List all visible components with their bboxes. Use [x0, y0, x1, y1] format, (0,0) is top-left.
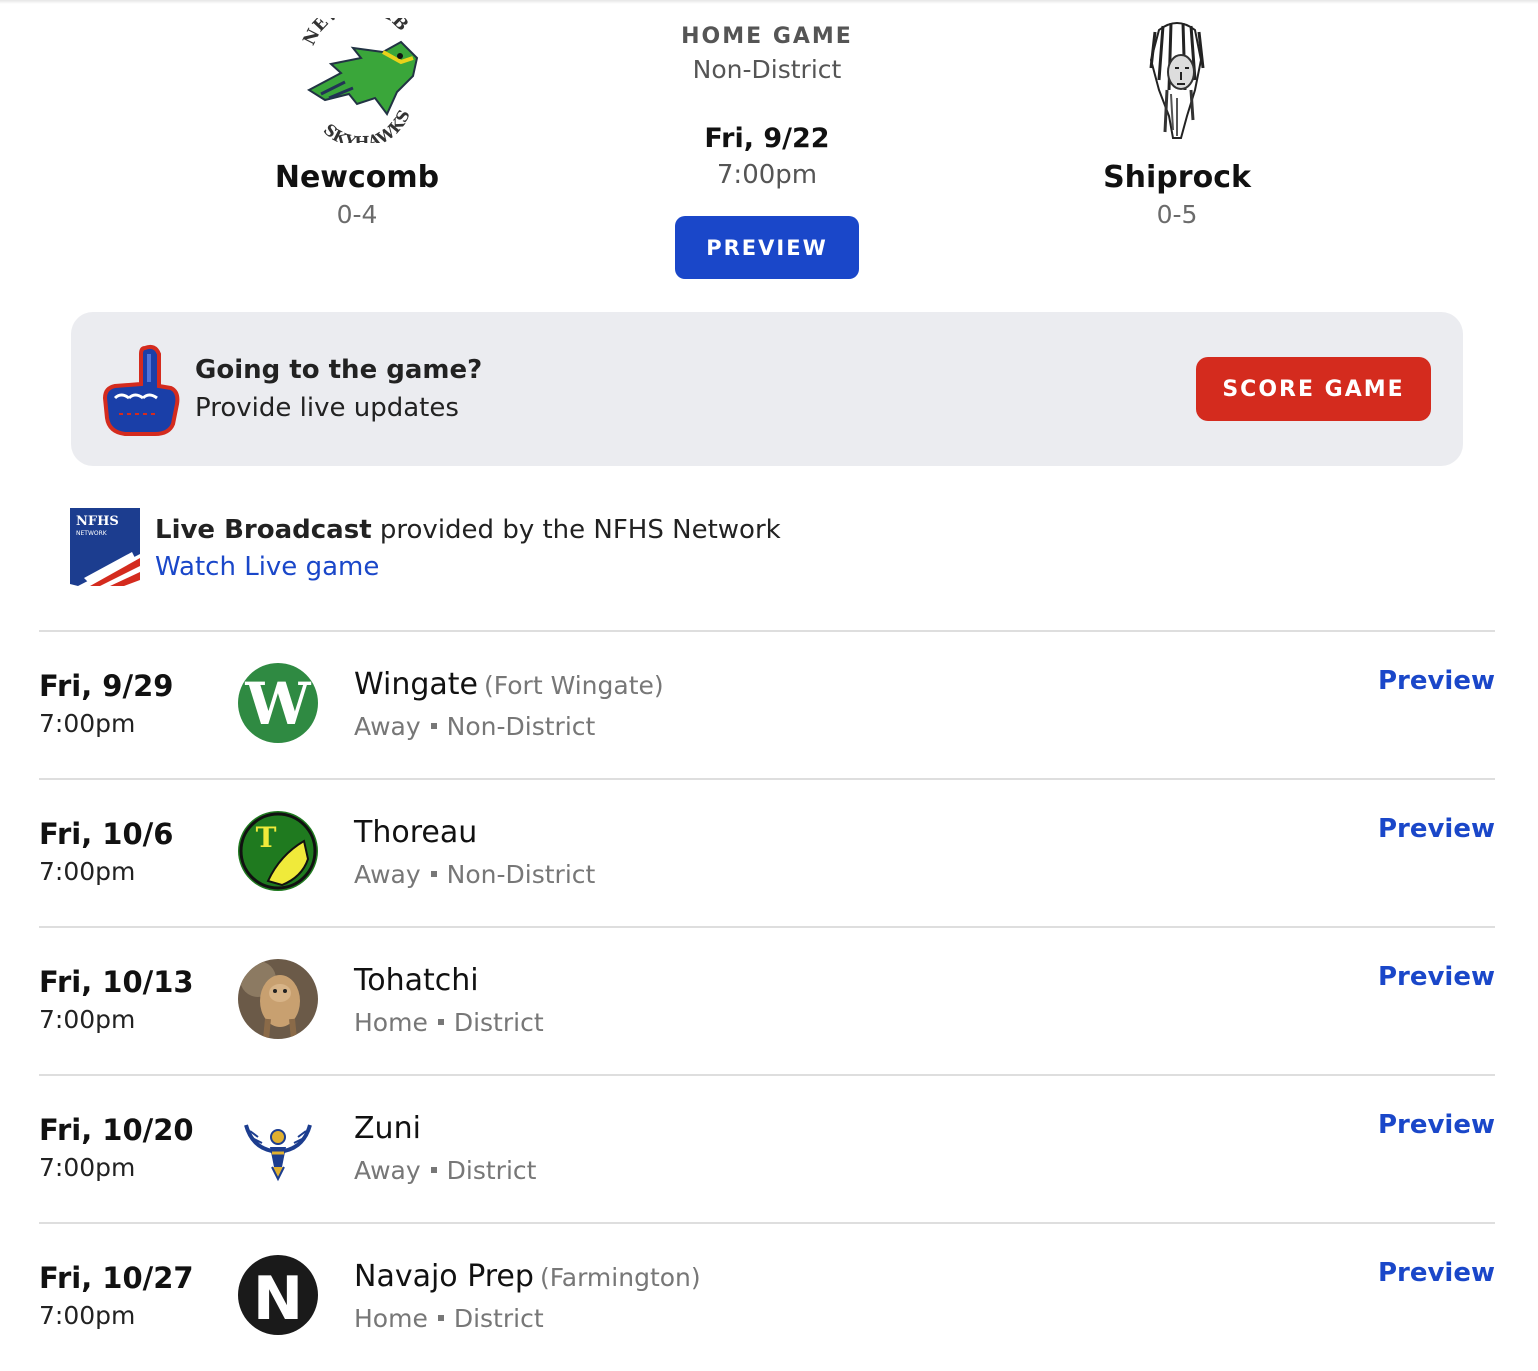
broadcast-description: Live Broadcast provided by the NFHS Netw… — [155, 515, 781, 545]
row-opponent: Wingate (Fort Wingate) — [354, 667, 664, 702]
wingate-logo-letter: W — [244, 670, 311, 738]
row-opponent: Navajo Prep (Farmington) — [354, 1259, 701, 1294]
watch-live-link[interactable]: Watch Live game — [155, 552, 379, 582]
row-time: 7:00pm — [39, 1005, 136, 1034]
row-time: 7:00pm — [39, 1301, 136, 1330]
separator-dot — [430, 871, 437, 877]
svg-text:SKYHAWKS: SKYHAWKS — [320, 107, 414, 143]
home-away: Away — [354, 712, 421, 741]
row-opponent: Tohatchi — [354, 963, 479, 998]
top-shadow — [0, 0, 1538, 4]
row-preview-link[interactable]: Preview — [1378, 814, 1495, 844]
row-date: Fri, 10/6 — [39, 817, 174, 851]
row-preview-link[interactable]: Preview — [1378, 666, 1495, 696]
opponent-name: Navajo Prep — [354, 1259, 534, 1294]
home-away: Away — [354, 860, 421, 889]
opponent-name: Thoreau — [354, 815, 478, 850]
row-date: Fri, 10/27 — [39, 1261, 194, 1295]
nfhs-logo-text: NFHS — [76, 514, 119, 529]
row-opponent: Thoreau — [354, 815, 477, 850]
row-meta: Home District — [354, 1008, 544, 1037]
opponent-location: (Fort Wingate) — [484, 671, 664, 700]
district: District — [453, 1008, 544, 1037]
row-date: Fri, 9/29 — [39, 669, 174, 703]
navajo-prep-logo-letter: N — [253, 1264, 303, 1334]
row-preview-link[interactable]: Preview — [1378, 962, 1495, 992]
home-away: Away — [354, 1156, 421, 1185]
card-title: Going to the game? — [195, 355, 483, 385]
away-team-name: Shiprock — [1103, 160, 1251, 195]
row-date: Fri, 10/13 — [39, 965, 194, 999]
newcomb-skyhawks-logo: NEWCOMB SKYHAWKS — [301, 18, 419, 143]
home-away: Home — [354, 1304, 428, 1333]
away-team[interactable]: Shiprock 0-5 — [1057, 18, 1297, 238]
score-game-card: Going to the game? Provide live updates … — [71, 312, 1463, 466]
schedule-row[interactable]: Fri, 10/13 7:00pm Tohatchi Home District … — [0, 927, 1538, 1075]
home-team[interactable]: NEWCOMB SKYHAWKS Newcomb 0-4 — [237, 18, 477, 238]
row-date: Fri, 10/20 — [39, 1113, 194, 1147]
broadcast-bold: Live Broadcast — [155, 515, 372, 545]
row-time: 7:00pm — [39, 1153, 136, 1182]
row-time: 7:00pm — [39, 709, 136, 738]
card-subtitle: Provide live updates — [195, 393, 459, 423]
navajo-prep-logo: N — [238, 1255, 318, 1335]
row-meta: Home District — [354, 1304, 544, 1333]
separator-dot — [437, 1315, 444, 1321]
wingate-logo: W — [238, 663, 318, 743]
game-district: Non-District — [692, 55, 842, 84]
row-preview-link[interactable]: Preview — [1378, 1258, 1495, 1288]
district: Non-District — [446, 860, 596, 889]
shiprock-chieftains-logo — [1149, 22, 1205, 139]
game-date: Fri, 9/22 — [704, 123, 830, 154]
away-team-record: 0-5 — [1156, 200, 1198, 229]
game-type: HOME GAME — [681, 24, 853, 49]
preview-button[interactable]: PREVIEW — [675, 216, 859, 279]
home-team-name: Newcomb — [274, 160, 440, 195]
schedule-row[interactable]: Fri, 9/29 7:00pm W Wingate (Fort Wingate)… — [0, 631, 1538, 779]
tohatchi-cougar-logo — [238, 959, 318, 1039]
foam-finger-icon — [102, 344, 180, 436]
home-team-record: 0-4 — [336, 200, 378, 229]
nfhs-network-logo: NFHS NETWORK — [70, 508, 140, 586]
separator-dot — [430, 723, 437, 729]
row-opponent: Zuni — [354, 1111, 421, 1146]
broadcast-rest: provided by the NFHS Network — [371, 515, 781, 545]
row-meta: Away Non-District — [354, 860, 595, 889]
district: Non-District — [446, 712, 596, 741]
row-meta: Away Non-District — [354, 712, 595, 741]
separator-dot — [437, 1019, 444, 1025]
home-away: Home — [354, 1008, 428, 1037]
opponent-location: (Farmington) — [539, 1263, 701, 1292]
opponent-name: Zuni — [354, 1111, 421, 1146]
row-time: 7:00pm — [39, 857, 136, 886]
zuni-thunderbird-logo — [238, 1107, 318, 1187]
thoreau-logo-letter: T — [256, 821, 277, 854]
district: District — [453, 1304, 544, 1333]
score-game-button[interactable]: SCORE GAME — [1196, 357, 1431, 421]
game-time: 7:00pm — [716, 160, 818, 190]
schedule-row[interactable]: Fri, 10/6 7:00pm T Thoreau Away Non-Distr… — [0, 779, 1538, 927]
opponent-name: Tohatchi — [354, 963, 479, 998]
district: District — [446, 1156, 537, 1185]
row-preview-link[interactable]: Preview — [1378, 1110, 1495, 1140]
schedule-row[interactable]: Fri, 10/27 7:00pm N Navajo Prep (Farmingt… — [0, 1223, 1538, 1371]
nfhs-logo-subtext: NETWORK — [76, 530, 108, 537]
row-meta: Away District — [354, 1156, 536, 1185]
thoreau-logo: T — [238, 811, 318, 891]
separator-dot — [430, 1167, 437, 1173]
logo-text-bottom: SKYHAWKS — [320, 107, 414, 143]
schedule-row[interactable]: Fri, 10/20 7:00pm Zuni Away District Prev… — [0, 1075, 1538, 1223]
opponent-name: Wingate — [354, 667, 478, 702]
